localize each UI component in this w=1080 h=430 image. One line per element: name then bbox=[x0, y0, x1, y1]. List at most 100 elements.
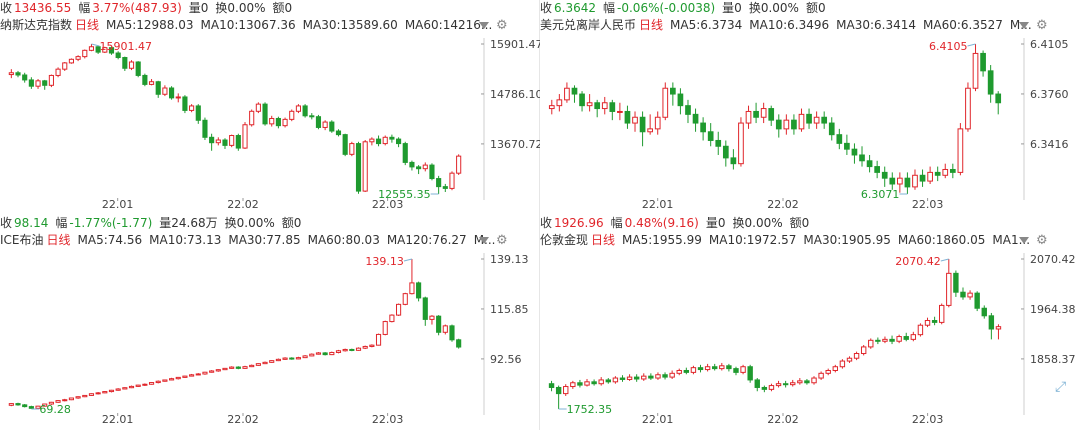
low-price-label: 1752.35 bbox=[567, 403, 613, 416]
x-tick-label: 22.02 bbox=[227, 413, 259, 426]
candle-body bbox=[626, 376, 633, 380]
x-tick-label: 22.01 bbox=[642, 413, 674, 426]
candle-body bbox=[677, 93, 684, 107]
instrument-name: 美元兑离岸人民币 bbox=[540, 18, 637, 32]
ma-ma60: MA60:80.03 bbox=[307, 233, 380, 247]
x-tick-label: 22.01 bbox=[102, 413, 134, 426]
candle-body bbox=[859, 154, 865, 162]
candle-body bbox=[302, 355, 308, 359]
candle-body bbox=[128, 61, 135, 69]
candle-body bbox=[122, 387, 128, 390]
ma-header: ICE布油 日线 MA5:74.56 MA10:73.13 MA30:77.85 MA60… bbox=[0, 232, 540, 249]
candle-body bbox=[570, 382, 576, 388]
panel-gold: 2070.42 1964.38 1858.37 22.01 22.02 22.03 2070… bbox=[540, 215, 1080, 430]
candle-body bbox=[555, 386, 562, 395]
gear-icon[interactable]: ⚙ bbox=[1036, 19, 1048, 32]
expand-icon[interactable]: ⤢ bbox=[1055, 380, 1069, 394]
candle-body bbox=[202, 371, 208, 375]
close-label: 收 bbox=[0, 216, 13, 230]
candle-body bbox=[442, 186, 448, 189]
y-tick-label: 15901.47 bbox=[490, 38, 540, 51]
candle-body bbox=[917, 324, 924, 336]
candle-body bbox=[75, 396, 81, 399]
candle-body bbox=[584, 381, 590, 386]
triangle-down-icon[interactable] bbox=[1019, 237, 1029, 244]
triangle-down-icon[interactable] bbox=[479, 237, 489, 244]
candle-body bbox=[844, 142, 850, 150]
candle-body bbox=[733, 368, 739, 373]
candle-body bbox=[55, 68, 61, 76]
turnover-value: 换0.00% bbox=[748, 1, 799, 15]
ma-ma10: MA10:6.3496 bbox=[749, 18, 830, 32]
ma-extra: MA120:76.27 bbox=[386, 233, 467, 247]
candle-body bbox=[215, 369, 221, 372]
instrument-name: 纳斯达克指数 bbox=[0, 18, 73, 32]
candle-body bbox=[269, 117, 275, 125]
candle-body bbox=[564, 87, 570, 101]
candle-body bbox=[934, 171, 941, 176]
ma-header: 纳斯达克指数 日线 MA5:12988.03 MA10:13067.36 MA30:13… bbox=[0, 17, 540, 34]
candle-body bbox=[632, 116, 638, 124]
candle-body bbox=[209, 370, 215, 373]
candle-body bbox=[95, 392, 101, 395]
candle-body bbox=[591, 381, 597, 385]
candle-body bbox=[175, 96, 181, 99]
candle-body bbox=[182, 375, 188, 378]
candle-body bbox=[804, 380, 810, 384]
candle-body bbox=[740, 366, 746, 373]
candle-body bbox=[851, 148, 858, 156]
y-tick-label: 6.4105 bbox=[1030, 38, 1069, 51]
candle-body bbox=[775, 383, 782, 387]
candle-body bbox=[155, 380, 161, 384]
gear-icon[interactable]: ⚙ bbox=[496, 19, 508, 32]
gear-icon[interactable]: ⚙ bbox=[496, 234, 508, 247]
candle-body bbox=[375, 138, 382, 145]
candle-body bbox=[35, 80, 41, 87]
candle-body bbox=[402, 143, 408, 163]
candle-body bbox=[242, 124, 248, 149]
candle-body bbox=[262, 361, 268, 365]
y-tick-label: 2070.42 bbox=[1030, 253, 1076, 266]
candle-body bbox=[853, 353, 860, 359]
candle-body bbox=[396, 138, 402, 145]
candle-body bbox=[249, 364, 255, 368]
candle-body bbox=[563, 386, 569, 395]
candle-body bbox=[409, 161, 415, 168]
y-tick-label: 139.13 bbox=[490, 253, 529, 266]
panel-usdcnh: 6.4105 6.3760 6.3416 22.01 22.02 22.03 6.4105 6… bbox=[540, 0, 1080, 215]
candle-body bbox=[322, 121, 328, 128]
candle-body bbox=[409, 282, 415, 295]
candle-body bbox=[8, 72, 14, 76]
candle-body bbox=[235, 135, 241, 149]
candle-body bbox=[436, 178, 442, 188]
gear-icon[interactable]: ⚙ bbox=[1036, 234, 1048, 247]
ma-ma30: MA30:77.85 bbox=[228, 233, 301, 247]
candle-body bbox=[601, 102, 608, 110]
candle-body bbox=[712, 366, 718, 370]
candle-body bbox=[422, 297, 428, 320]
candle-body bbox=[548, 105, 555, 110]
triangle-down-icon[interactable] bbox=[1019, 22, 1029, 29]
instrument-name: 伦敦金现 bbox=[540, 233, 589, 247]
close-label: 收 bbox=[540, 1, 553, 15]
candle-body bbox=[389, 314, 395, 323]
candle-body bbox=[222, 139, 228, 146]
candle-body bbox=[362, 141, 368, 192]
candle-body bbox=[931, 320, 938, 323]
ma-ma30: MA30:13589.60 bbox=[302, 18, 398, 32]
candle-body bbox=[295, 357, 301, 360]
close-value: 6.3642 bbox=[554, 1, 597, 15]
candle-body bbox=[329, 121, 335, 132]
y-tick-label: 115.85 bbox=[490, 303, 529, 316]
candle-body bbox=[148, 382, 155, 385]
candle-body bbox=[355, 143, 362, 192]
candle-body bbox=[594, 102, 601, 110]
volume-value: 量0 bbox=[722, 1, 742, 15]
candle-body bbox=[760, 108, 767, 118]
candle-body bbox=[692, 113, 699, 124]
candle-body bbox=[761, 386, 768, 390]
candle-body bbox=[349, 143, 355, 155]
triangle-down-icon[interactable] bbox=[479, 22, 489, 29]
candle-body bbox=[215, 139, 221, 144]
period-label: 日线 bbox=[591, 233, 616, 247]
